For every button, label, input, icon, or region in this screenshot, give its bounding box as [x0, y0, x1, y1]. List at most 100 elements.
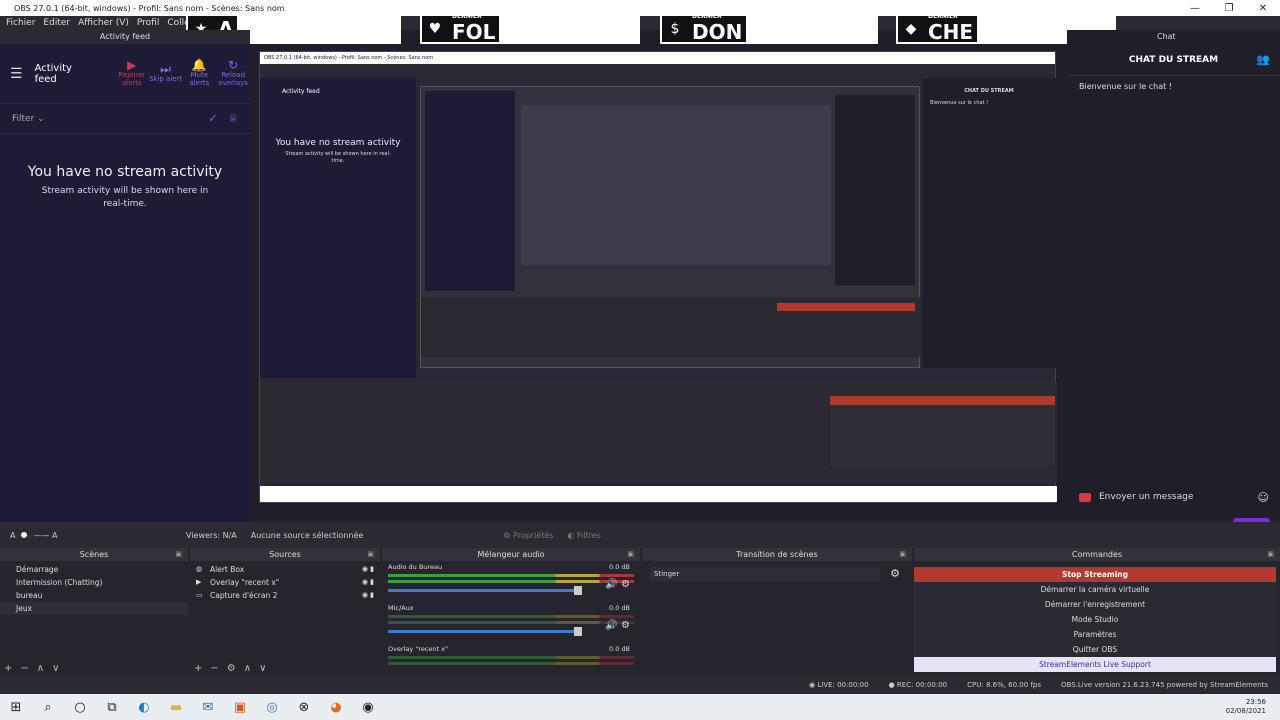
maximize-button[interactable]: ❐	[1212, 3, 1246, 14]
mixer-channel: Mic/Aux 0.0 dB 🔊 ⚙	[382, 602, 640, 643]
gear-icon[interactable]: ⚙	[227, 663, 236, 674]
transitions-dock: Transition de scènes ▣ Stinger ⚙	[642, 548, 912, 676]
system-clock: 23:56 02/08/2021	[1225, 698, 1266, 715]
menu-view[interactable]: Afficher (V)	[78, 18, 129, 28]
cpu-usage: CPU: 8.6%, 60.00 fps	[967, 681, 1041, 689]
scene-item[interactable]: Démarrage	[0, 563, 188, 576]
down-icon[interactable]: ∨	[52, 663, 59, 674]
emoji-icon[interactable]: ☺	[1258, 491, 1269, 504]
empty-state: You have no stream activity Stream activ…	[0, 164, 250, 211]
chat-input[interactable]: Envoyer un message ☺	[1079, 487, 1269, 507]
source-item[interactable]: ▶ Overlay "recent x" ◉ ▮	[190, 576, 380, 589]
diamond-icon: ◆	[898, 16, 924, 42]
remove-icon[interactable]: −	[20, 663, 28, 674]
dollar-icon: $	[662, 16, 688, 42]
settings-button[interactable]: Paramètres	[914, 627, 1276, 642]
obs-icon[interactable]: ◉	[352, 694, 384, 720]
version-label: OBS.Live version 21.6.23.745 powered by …	[1061, 681, 1268, 689]
edge-icon[interactable]: ◐	[128, 694, 160, 720]
start-recording-button[interactable]: Démarrer l'enregistrement	[914, 597, 1276, 612]
filter-dropdown[interactable]: Filter ⌄	[12, 114, 45, 124]
quit-button[interactable]: Quitter OBS	[914, 642, 1276, 657]
reload-overlays-button[interactable]: ↻ Reload overlays	[216, 57, 250, 87]
banner-text: FOL	[452, 20, 496, 44]
volume-fader[interactable]	[388, 586, 582, 595]
task-view-icon[interactable]: ⧉	[96, 694, 128, 720]
preview-window-title: OBS 27.0.1 (64-bit, windows) - Profil: S…	[260, 52, 1055, 64]
eye-icon: ◉ ▮	[361, 591, 374, 599]
cortana-icon[interactable]: ○	[64, 694, 96, 720]
add-icon[interactable]: +	[4, 663, 12, 674]
menu-profile[interactable]: Profil	[137, 18, 159, 28]
close-button[interactable]: ✕	[1246, 3, 1280, 14]
virtual-camera-button[interactable]: Démarrer la caméra virtuelle	[914, 582, 1276, 597]
source-item[interactable]: ▭ Capture d'écran 2 ◉ ▮	[190, 589, 380, 602]
remove-icon[interactable]: −	[210, 663, 218, 674]
streamlabs-icon[interactable]: ▣	[224, 694, 256, 720]
live-timer: ◉ LIVE: 00:00:00	[809, 681, 869, 689]
folder-icon[interactable]: ▬	[160, 694, 192, 720]
empty-title: You have no stream activity	[27, 164, 223, 180]
chat-title: CHAT DU STREAM 👥	[1067, 44, 1280, 76]
minimize-button[interactable]: —	[1178, 3, 1212, 14]
studio-mode-button[interactable]: Mode Studio	[914, 612, 1276, 627]
speaker-icon[interactable]: 🔊 ⚙	[605, 579, 630, 590]
search-icon[interactable]: ⌕	[32, 694, 64, 720]
banner-text: CHE	[928, 20, 974, 44]
activity-feed-title: Activity feed	[34, 62, 72, 85]
banner-text: DON	[692, 20, 743, 44]
volume-slider[interactable]: A —— A	[10, 531, 80, 540]
scene-item[interactable]: Intermission (Chatting)	[0, 576, 188, 589]
chat-panel: CHAT DU STREAM 👥 Bienvenue sur le chat !…	[1067, 44, 1280, 536]
menu-file[interactable]: Fichier	[6, 18, 35, 28]
users-icon[interactable]: 👥	[1256, 44, 1270, 76]
banner-donation: $ DERNIER DON	[660, 14, 878, 44]
properties-button[interactable]: ⚙ Propriétés	[503, 531, 553, 540]
empty-text: Stream activity will be shown here in re…	[41, 186, 209, 209]
source-item[interactable]: ◍ Alert Box ◉ ▮	[190, 563, 380, 576]
activity-dock-title: Activity feed	[0, 30, 250, 44]
rec-timer: ● REC: 00:00:00	[888, 681, 948, 689]
up-icon[interactable]: ∧	[244, 663, 251, 674]
eye-icon: ◉ ▮	[361, 578, 374, 586]
volume-fader[interactable]	[388, 627, 582, 636]
scene-item[interactable]: Jeux	[0, 602, 188, 615]
sources-dock: Sources ▣ ◍ Alert Box ◉ ▮ ▶ Overlay "recent …	[190, 548, 380, 676]
windows-start-icon[interactable]: ⊞	[0, 694, 32, 720]
scene-preview[interactable]: OBS 27.0.1 (64-bit, windows) - Profil: S…	[259, 51, 1057, 503]
speaker-icon[interactable]: 🔊 ⚙	[605, 620, 630, 631]
reload-icon: ↻	[228, 57, 239, 72]
preview-status-row: A —— A Viewers: N/A Aucune source sélect…	[0, 522, 1280, 548]
skip-alert-button[interactable]: ⏭ Skip alert	[149, 63, 183, 83]
filters-button[interactable]: ◐ Filtres	[567, 531, 600, 540]
up-icon[interactable]: ∧	[37, 663, 44, 674]
firefox-icon[interactable]: ◕	[320, 694, 352, 720]
commands-dock: Commandes ▣ Stop Streaming Démarrer la ca…	[914, 548, 1280, 676]
preview-nested-capture	[420, 86, 921, 368]
transition-select[interactable]: Stinger ⚙	[650, 567, 900, 581]
replay-alerts-button[interactable]: ▶ Rejouer alerts	[115, 59, 149, 87]
check-icon[interactable]: ✓ ♕	[208, 112, 238, 125]
mail-icon[interactable]: ✉	[192, 694, 224, 720]
menu-edit[interactable]: Editer	[43, 18, 70, 28]
play-icon: ▶	[196, 578, 202, 586]
stop-streaming-button[interactable]: Stop Streaming	[914, 567, 1276, 582]
scenes-dock: Scènes ▣ Démarrage Intermission (Chatting…	[0, 548, 188, 676]
add-icon[interactable]: +	[194, 663, 202, 674]
audio-mixer-dock: Mélangeur audio ▣ Audio du Bureau 0.0 dB 🔊…	[382, 548, 640, 676]
xbox-icon[interactable]: ⊗	[288, 694, 320, 720]
mute-alerts-button[interactable]: 🔔 Mute alerts	[182, 59, 216, 87]
preview-taskbar	[260, 486, 1057, 502]
chat-dock-title: Chat	[1067, 30, 1280, 44]
menu-icon[interactable]: ☰	[10, 66, 23, 82]
heart-icon: ♥	[422, 16, 448, 42]
preview-chat: CHAT DU STREAM Bienvenue sur le chat !	[922, 78, 1056, 368]
windows-taskbar: ⊞ ⌕ ○ ⧉ ◐ ▬ ✉ ▣ ◎ ⊗ ◕ ◉ 23:56 02/08/2021	[0, 694, 1280, 720]
chrome-icon[interactable]: ◎	[256, 694, 288, 720]
live-support-button[interactable]: StreamElements Live Support	[914, 657, 1276, 672]
gear-icon[interactable]: ⚙	[890, 567, 900, 581]
down-icon[interactable]: ∨	[259, 663, 266, 674]
globe-icon: ◍	[196, 565, 203, 573]
bottom-docks: Scènes ▣ Démarrage Intermission (Chatting…	[0, 548, 1280, 676]
scene-item[interactable]: bureau	[0, 589, 188, 602]
